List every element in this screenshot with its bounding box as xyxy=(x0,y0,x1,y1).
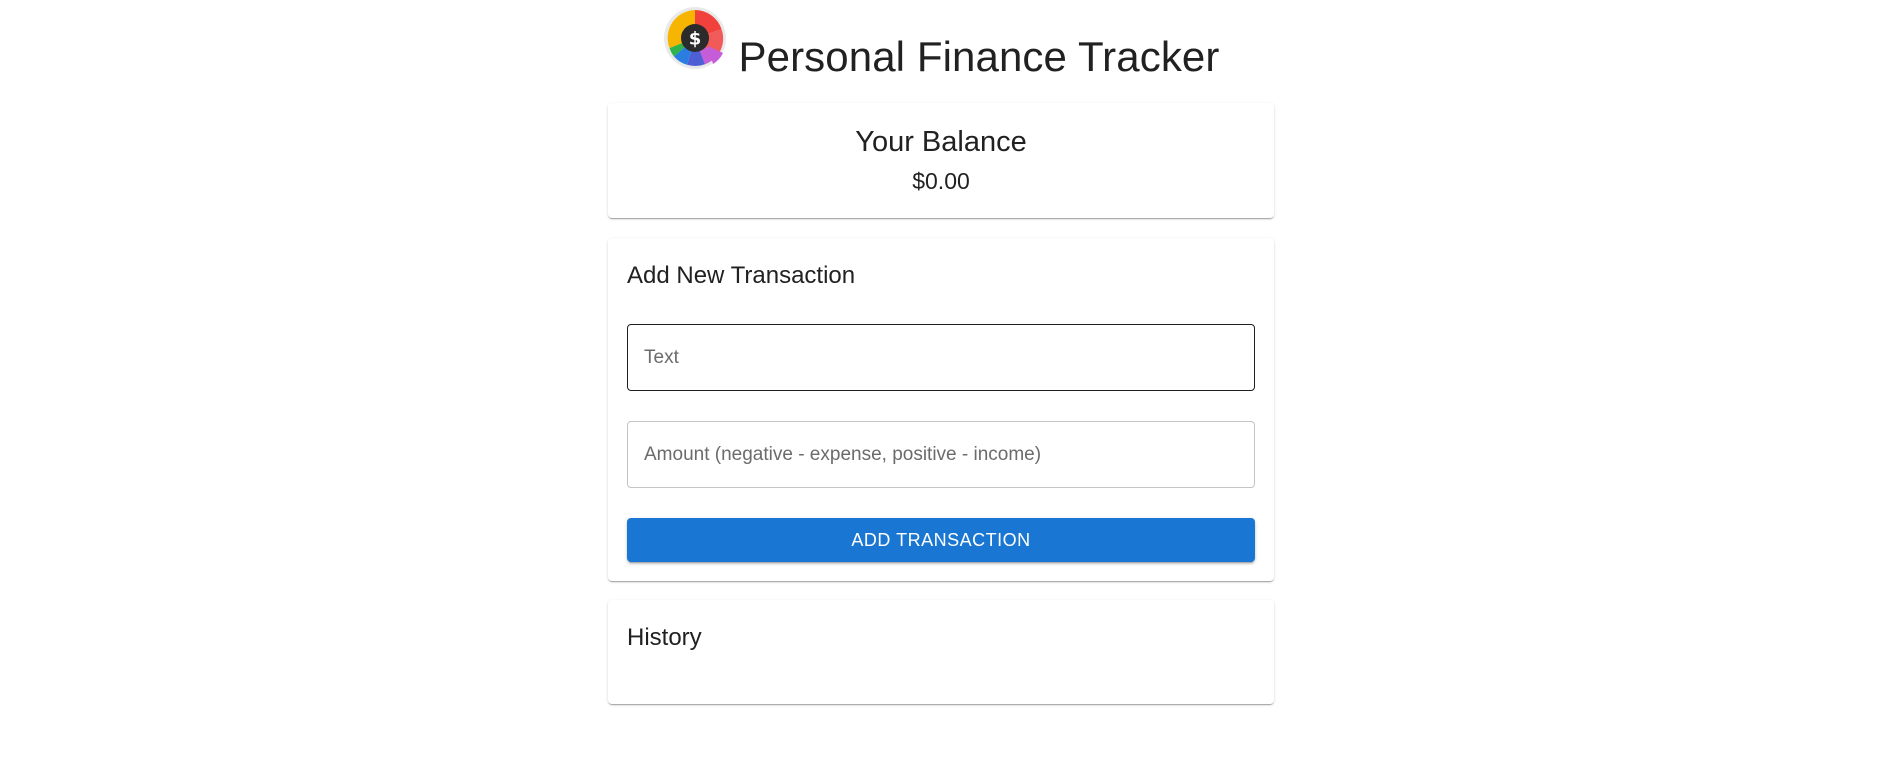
page-title: Personal Finance Tracker xyxy=(738,33,1220,80)
page: $ Personal Finance Tracker Your Balance … xyxy=(0,0,1882,771)
transaction-amount-input[interactable] xyxy=(627,421,1255,488)
add-transaction-title: Add New Transaction xyxy=(627,262,856,289)
balance-title: Your Balance xyxy=(855,126,1027,158)
add-transaction-card: Add New Transaction ADD TRANSACTION xyxy=(608,238,1274,581)
header-inner: $ Personal Finance Tracker xyxy=(663,6,1220,78)
header: $ Personal Finance Tracker xyxy=(0,6,1882,78)
add-transaction-button[interactable]: ADD TRANSACTION xyxy=(627,518,1255,562)
balance-value: $0.00 xyxy=(912,167,970,194)
logo-dollar-symbol: $ xyxy=(688,29,701,50)
balance-card: Your Balance $0.00 xyxy=(608,103,1274,218)
history-card: History xyxy=(608,600,1274,704)
history-title: History xyxy=(627,624,702,651)
finance-logo-icon: $ xyxy=(663,7,726,69)
transaction-text-input[interactable] xyxy=(627,324,1255,391)
